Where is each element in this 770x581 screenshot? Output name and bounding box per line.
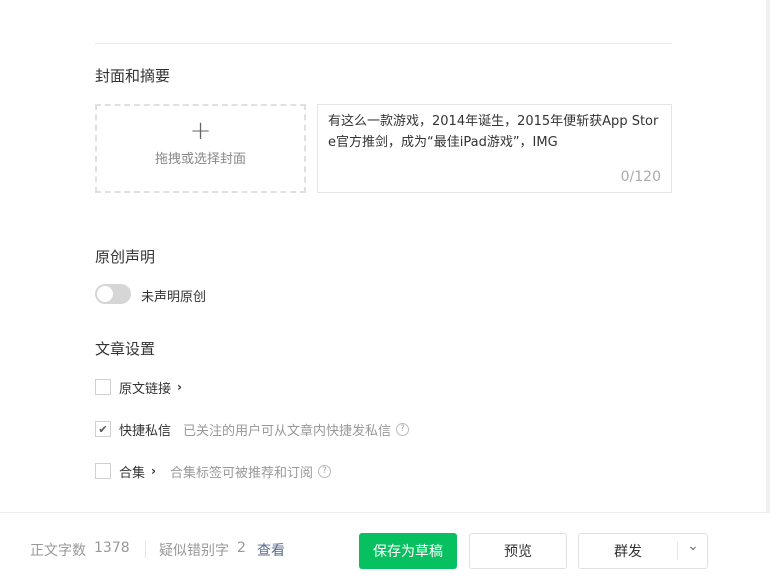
view-typos-link[interactable]: 查看 xyxy=(257,540,285,560)
chevron-right-icon: › xyxy=(151,464,156,478)
cover-upload-label: 拖拽或选择封面 xyxy=(154,152,246,167)
help-icon[interactable]: ? xyxy=(317,464,331,478)
original-toggle[interactable] xyxy=(95,284,131,304)
checkbox[interactable] xyxy=(95,463,111,479)
setting-description: 合集标签可被推荐和订阅 xyxy=(169,465,313,481)
mass-send-button[interactable]: 群发 ⌄ xyxy=(578,533,708,569)
setting-label: 原文链接 xyxy=(119,381,172,397)
cover-upload[interactable]: + 拖拽或选择封面 xyxy=(95,104,306,193)
summary-textarea[interactable]: 有这么一款游戏，2014年诞生，2015年便斩获App Store官方推剑，成为… xyxy=(317,104,672,193)
original-toggle-label: 未声明原创 xyxy=(141,290,207,305)
checkbox[interactable] xyxy=(95,379,111,395)
divider xyxy=(95,43,672,44)
setting-original-link[interactable]: 原文链接 › xyxy=(95,378,182,397)
summary-char-count: 0/120 xyxy=(620,169,661,185)
plus-icon: + xyxy=(189,116,212,146)
setting-label: 快捷私信 xyxy=(119,423,172,439)
setting-collection[interactable]: 合集 › 合集标签可被推荐和订阅 ? xyxy=(95,462,331,481)
help-icon[interactable]: ? xyxy=(396,422,410,436)
summary-text: 有这么一款游戏，2014年诞生，2015年便斩获App Store官方推剑，成为… xyxy=(328,114,659,150)
cover-section-title: 封面和摘要 xyxy=(95,67,171,85)
original-section-title: 原创声明 xyxy=(95,248,156,266)
mass-send-label: 群发 xyxy=(614,544,642,560)
word-count-label: 正文字数 xyxy=(30,543,86,559)
scrollbar[interactable] xyxy=(766,0,770,512)
chevron-right-icon: › xyxy=(177,380,182,394)
settings-section-title: 文章设置 xyxy=(95,340,156,358)
typo-label: 疑似错别字 xyxy=(159,543,229,559)
typo-count: 2 xyxy=(237,540,246,556)
checkbox-checked[interactable]: ✔ xyxy=(95,421,111,437)
setting-quick-message[interactable]: ✔ 快捷私信 已关注的用户可从文章内快捷发私信 ? xyxy=(95,420,410,439)
setting-description: 已关注的用户可从文章内快捷发私信 xyxy=(183,423,392,439)
save-draft-button[interactable]: 保存为草稿 xyxy=(359,533,457,569)
word-count: 1378 xyxy=(94,540,130,556)
footer-divider xyxy=(145,540,146,558)
preview-button[interactable]: 预览 xyxy=(469,533,567,569)
check-icon: ✔ xyxy=(98,422,108,436)
setting-label: 合集 xyxy=(119,465,146,481)
chevron-down-icon[interactable]: ⌄ xyxy=(678,538,708,554)
